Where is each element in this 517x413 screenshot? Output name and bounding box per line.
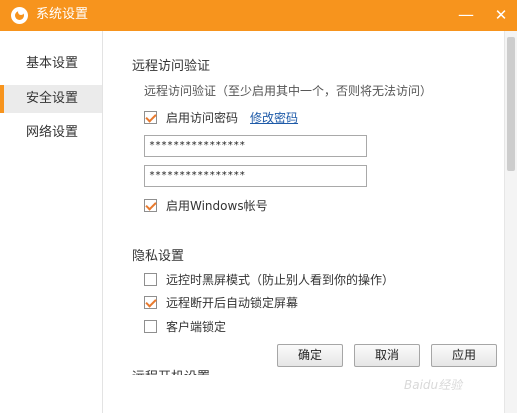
app-logo-icon: [11, 7, 28, 24]
watermark: Baidu经验: [404, 378, 463, 392]
black-screen-row: 远控时黑屏模式（防止别人看到你的操作）: [144, 270, 394, 288]
window-title: 系统设置: [36, 7, 89, 22]
remote-access-hint: 远程访问验证（至少启用其中一个，否则将无法访问）: [144, 84, 433, 98]
client-lock-label: 客户端锁定: [166, 319, 227, 334]
sidebar-item-basic[interactable]: 基本设置: [0, 50, 102, 78]
enable-windows-account-checkbox[interactable]: [144, 198, 157, 212]
confirm-password-field[interactable]: ****************: [144, 165, 367, 187]
password-field[interactable]: ****************: [144, 135, 367, 157]
cancel-button[interactable]: 取消: [354, 344, 420, 367]
auto-lock-row: 远程断开后自动锁定屏幕: [144, 293, 298, 311]
sidebar-item-security[interactable]: 安全设置: [0, 85, 102, 113]
change-password-link[interactable]: 修改密码: [250, 109, 298, 126]
vertical-scrollbar[interactable]: [504, 31, 517, 413]
apply-button[interactable]: 应用: [431, 344, 497, 367]
minimize-button[interactable]: —: [452, 2, 480, 28]
next-section-title: 远程开机设置: [132, 367, 210, 375]
enable-windows-account-label: 启用Windows帐号: [166, 198, 268, 213]
scrollbar-thumb[interactable]: [507, 37, 515, 171]
client-lock-row: 客户端锁定: [144, 317, 226, 335]
title-bar: 系统设置 — ✕: [0, 0, 517, 31]
settings-sidebar: 基本设置 安全设置 网络设置: [0, 31, 103, 413]
enable-password-label: 启用访问密码: [166, 110, 239, 125]
black-screen-label: 远控时黑屏模式（防止别人看到你的操作）: [166, 272, 395, 287]
enable-password-checkbox[interactable]: [144, 110, 157, 124]
client-lock-checkbox[interactable]: [144, 319, 157, 333]
close-button[interactable]: ✕: [487, 2, 515, 28]
ok-button[interactable]: 确定: [277, 344, 343, 367]
auto-lock-checkbox[interactable]: [144, 295, 157, 309]
enable-password-row: 启用访问密码 修改密码: [144, 108, 298, 126]
enable-windows-account-row: 启用Windows帐号: [144, 196, 268, 214]
sidebar-item-network[interactable]: 网络设置: [0, 119, 102, 147]
black-screen-checkbox[interactable]: [144, 272, 157, 286]
remote-access-section-title: 远程访问验证: [132, 59, 211, 74]
privacy-section-title: 隐私设置: [132, 249, 185, 264]
auto-lock-label: 远程断开后自动锁定屏幕: [166, 295, 299, 310]
